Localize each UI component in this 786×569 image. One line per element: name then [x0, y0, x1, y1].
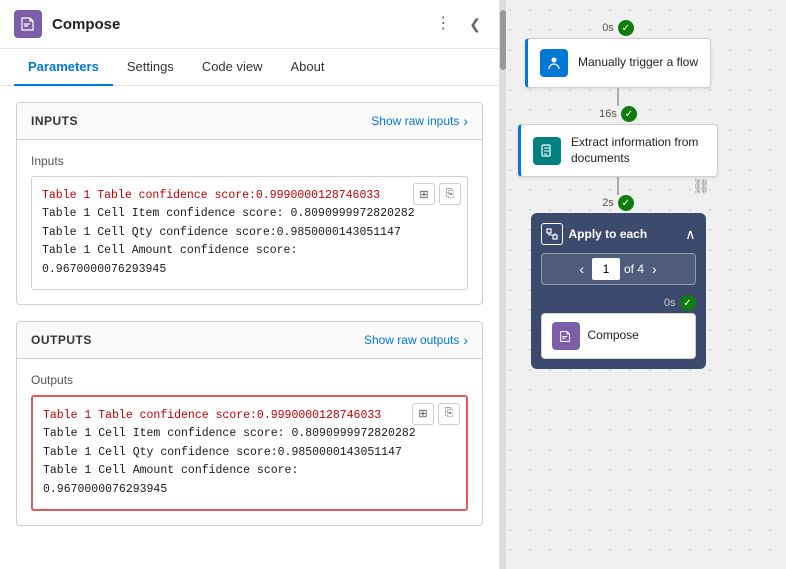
inputs-line1: Table 1 Table confidence score:0.9990000…	[42, 189, 380, 202]
outputs-section-header: OUTPUTS Show raw outputs ›	[17, 322, 482, 359]
document-icon	[540, 144, 554, 158]
tab-parameters[interactable]: Parameters	[14, 49, 113, 86]
connector-1	[617, 88, 619, 106]
trigger-status-icon: ✓	[618, 20, 634, 36]
page-input[interactable]	[592, 258, 620, 280]
show-raw-inputs-label: Show raw inputs	[371, 114, 459, 128]
apply-timing: 2s ✓	[602, 195, 634, 211]
compose-node-label: Compose	[588, 328, 639, 344]
compose-status-icon: ✓	[680, 295, 696, 311]
connector-2	[617, 177, 619, 195]
trigger-timing: 0s ✓	[602, 20, 634, 36]
apply-to-each-container: Apply to each ∧ ‹ of 4 › 0s ✓	[531, 213, 706, 369]
inputs-code-icons: ⊞ ⎘	[413, 183, 461, 205]
person-icon	[547, 56, 561, 70]
inputs-line5: 0.9670000076293945	[42, 263, 166, 276]
panel-content: INPUTS Show raw inputs › Inputs Table 1 …	[0, 86, 499, 569]
inputs-line3: Table 1 Cell Qty confidence score:0.9850…	[42, 226, 401, 239]
tabs-bar: Parameters Settings Code view About	[0, 49, 499, 86]
extract-node-icon	[533, 137, 561, 165]
inputs-section: INPUTS Show raw inputs › Inputs Table 1 …	[16, 102, 483, 305]
compose-node-icon	[552, 322, 580, 350]
right-panel: 0s ✓ Manually trigger a flow 16s ✓	[500, 0, 786, 569]
compose-node-card[interactable]: Compose	[541, 313, 696, 359]
show-raw-outputs-label: Show raw outputs	[364, 333, 459, 347]
outputs-code-icons: ⊞ ⎘	[412, 403, 460, 425]
outputs-title: OUTPUTS	[31, 333, 92, 347]
extract-node-wrapper: Extract information from documents ⛓	[518, 124, 718, 177]
link-icon: ⛓	[692, 178, 710, 195]
outputs-grid-icon[interactable]: ⊞	[412, 403, 434, 425]
compose-time-label: 0s	[664, 297, 676, 309]
extract-node-label: Extract information from documents	[571, 135, 705, 166]
page-of-label: of 4	[624, 262, 644, 276]
inputs-copy-icon[interactable]: ⎘	[439, 183, 461, 205]
trigger-node-card[interactable]: Manually trigger a flow	[525, 38, 711, 88]
outputs-line4: Table 1 Cell Amount confidence score:	[43, 464, 298, 477]
apply-label: Apply to each	[569, 227, 648, 241]
apply-header: Apply to each ∧	[541, 223, 696, 245]
outputs-copy-icon[interactable]: ⎘	[438, 403, 460, 425]
apply-icon	[541, 223, 563, 245]
apply-collapse-button[interactable]: ∧	[685, 226, 695, 243]
compose-svg	[20, 16, 36, 32]
tab-codeview[interactable]: Code view	[188, 49, 277, 86]
outputs-code: Table 1 Table confidence score:0.9990000…	[43, 407, 456, 499]
outputs-section: OUTPUTS Show raw outputs › Outputs Table…	[16, 321, 483, 526]
inputs-code-box: Table 1 Table confidence score:0.9990000…	[31, 176, 468, 290]
outputs-line3: Table 1 Cell Qty confidence score:0.9850…	[43, 446, 402, 459]
inputs-section-body: Inputs Table 1 Table confidence score:0.…	[17, 140, 482, 304]
extract-time-label: 16s	[599, 108, 617, 120]
trigger-node-icon	[540, 49, 568, 77]
extract-status-icon: ✓	[621, 106, 637, 122]
outputs-line2: Table 1 Cell Item confidence score: 0.80…	[43, 427, 416, 440]
inputs-title: INPUTS	[31, 114, 78, 128]
inputs-code: Table 1 Table confidence score:0.9990000…	[42, 187, 457, 279]
pagination-row: ‹ of 4 ›	[541, 253, 696, 285]
scrollbar-track	[500, 0, 506, 569]
outputs-line5: 0.9670000076293945	[43, 483, 167, 496]
compose-timing: 0s ✓	[541, 295, 696, 311]
outputs-code-box: Table 1 Table confidence score:0.9990000…	[31, 395, 468, 511]
outputs-section-body: Outputs Table 1 Table confidence score:0…	[17, 359, 482, 525]
apply-status-icon: ✓	[618, 195, 634, 211]
panel-collapse-button[interactable]: ❮	[465, 12, 485, 37]
outputs-line1: Table 1 Table confidence score:0.9990000…	[43, 409, 381, 422]
compose-flow-icon	[559, 330, 572, 343]
panel-header: Compose ⋮ ❮	[0, 0, 499, 49]
compose-icon	[14, 10, 42, 38]
extract-timing: 16s ✓	[599, 106, 637, 122]
left-panel: Compose ⋮ ❮ Parameters Settings Code vie…	[0, 0, 500, 569]
flow-container: 0s ✓ Manually trigger a flow 16s ✓	[518, 20, 718, 369]
show-raw-outputs-button[interactable]: Show raw outputs ›	[364, 332, 468, 348]
scrollbar-thumb[interactable]	[500, 10, 506, 70]
inputs-label: Inputs	[31, 154, 468, 168]
tab-about[interactable]: About	[277, 49, 339, 86]
inputs-section-header: INPUTS Show raw inputs ›	[17, 103, 482, 140]
inputs-line2: Table 1 Cell Item confidence score: 0.80…	[42, 207, 415, 220]
trigger-node-label: Manually trigger a flow	[578, 55, 698, 71]
apply-title-row: Apply to each	[541, 223, 648, 245]
panel-menu-button[interactable]: ⋮	[431, 12, 455, 36]
show-raw-outputs-arrow: ›	[463, 332, 468, 348]
inputs-grid-icon[interactable]: ⊞	[413, 183, 435, 205]
apply-each-icon	[546, 228, 558, 240]
show-raw-inputs-button[interactable]: Show raw inputs ›	[371, 113, 468, 129]
panel-title: Compose	[52, 16, 421, 33]
trigger-time-label: 0s	[602, 22, 614, 34]
apply-time-label: 2s	[602, 197, 614, 209]
page-next-button[interactable]: ›	[648, 261, 661, 277]
tab-settings[interactable]: Settings	[113, 49, 188, 86]
show-raw-inputs-arrow: ›	[463, 113, 468, 129]
extract-node-card[interactable]: Extract information from documents	[518, 124, 718, 177]
page-prev-button[interactable]: ‹	[575, 261, 588, 277]
outputs-label: Outputs	[31, 373, 468, 387]
inputs-line4: Table 1 Cell Amount confidence score:	[42, 244, 297, 257]
